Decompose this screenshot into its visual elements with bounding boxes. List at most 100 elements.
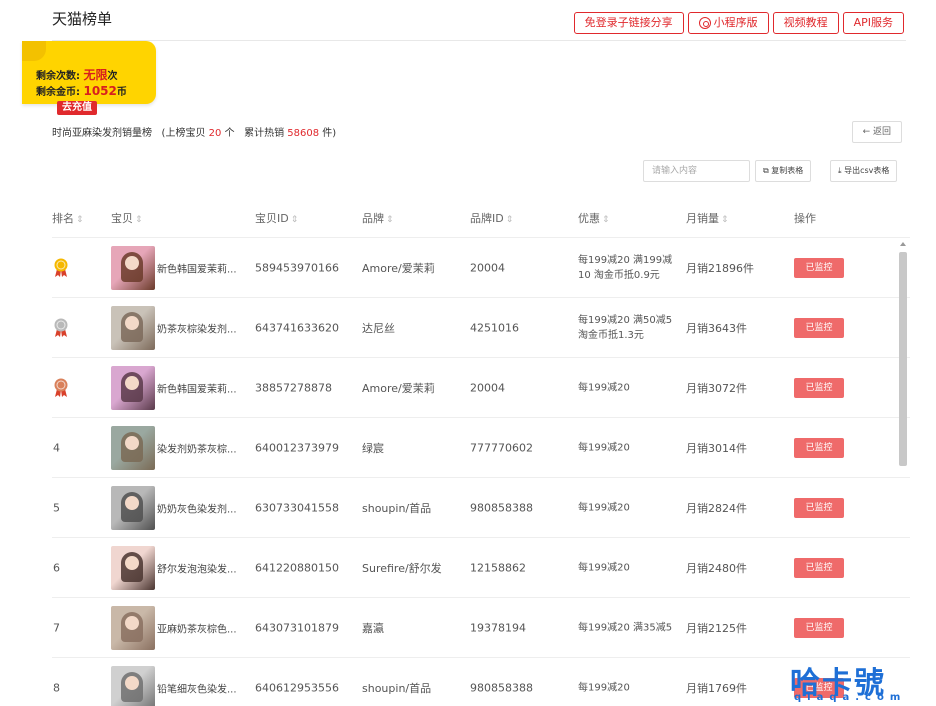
monitored-button[interactable]: 已监控 <box>794 497 844 518</box>
product-name[interactable]: 新色韩国爱茉莉... <box>157 380 237 395</box>
monitored-button[interactable]: 已监控 <box>794 257 844 278</box>
total-sales: 58608 <box>287 128 320 139</box>
table-row: 6 舒尔发泡泡染发... 641220880150 Surefire/舒尔发 1… <box>52 538 910 598</box>
top-actions: 免登录子链接分享 小程序版 视频教程 API服务 <box>573 12 904 34</box>
sort-icon: ⇕ <box>602 215 610 225</box>
monitored-button[interactable]: 已监控 <box>794 377 844 398</box>
product-name[interactable]: 奶奶灰色染发剂... <box>157 500 237 515</box>
brand-id: 980858388 <box>470 501 533 514</box>
product-name[interactable]: 舒尔发泡泡染发... <box>157 560 237 575</box>
brand-id: 20004 <box>470 381 505 394</box>
product-thumbnail[interactable] <box>111 486 155 530</box>
column-brand-label: 品牌 <box>362 212 384 225</box>
remaining-times-unit: 次 <box>107 71 118 82</box>
product-name[interactable]: 新色韩国爱茉莉... <box>157 260 237 275</box>
sort-icon: ⇕ <box>135 215 143 225</box>
rank-number: 4 <box>53 441 60 454</box>
monitored-button[interactable]: 已监控 <box>794 437 844 458</box>
share-link-button[interactable]: 免登录子链接分享 <box>573 12 684 34</box>
column-monthly-sales-label: 月销量 <box>686 212 719 225</box>
promotion: 每199减20 <box>578 562 630 573</box>
promotion: 每199减20 满50减5 淘金币抵1.3元 <box>578 314 673 341</box>
product-thumbnail[interactable] <box>111 606 155 650</box>
product-name[interactable]: 奶茶灰棕染发剂... <box>157 320 237 335</box>
ranking-subheading: 时尚亚麻染发剂销量榜 (上榜宝贝 20 个 累计热销 58608 件) <box>52 124 336 139</box>
back-button[interactable]: ← 返回 <box>851 121 902 143</box>
copy-table-label: 复制表格 <box>771 166 804 175</box>
item-id: 643741633620 <box>255 321 339 334</box>
rank-number: 5 <box>53 501 60 514</box>
gold-medal-icon <box>54 258 68 277</box>
remaining-coins-label: 剩余金币: <box>36 87 80 98</box>
monitored-button[interactable]: 已监控 <box>794 557 844 578</box>
product-thumbnail[interactable] <box>111 246 155 290</box>
column-monthly-sales[interactable]: 月销量 ⇕ <box>686 210 729 226</box>
brand-name: 嘉瀛 <box>362 621 384 635</box>
product-thumbnail[interactable] <box>111 306 155 350</box>
brand-name: Amore/爱茉莉 <box>362 261 435 275</box>
brand-id: 4251016 <box>470 321 519 334</box>
column-promo[interactable]: 优惠 ⇕ <box>578 210 610 226</box>
table-row: 8 铅笔细灰色染发... 640612953556 shoupin/首品 980… <box>52 658 910 706</box>
promotion: 每199减20 <box>578 382 630 393</box>
remaining-times-value: 无限 <box>83 68 108 82</box>
mini-program-button[interactable]: 小程序版 <box>687 12 769 34</box>
column-item-id[interactable]: 宝贝ID ⇕ <box>255 210 298 226</box>
monitored-button[interactable]: 已监控 <box>794 617 844 638</box>
monthly-sales: 月销3072件 <box>686 381 747 395</box>
column-brand-id[interactable]: 品牌ID ⇕ <box>470 210 513 226</box>
export-csv-label: 导出csv表格 <box>844 166 890 175</box>
promotion: 每199减20 满199减10 淘金币抵0.9元 <box>578 254 673 281</box>
rank-number: 7 <box>53 621 60 634</box>
silver-medal-icon <box>54 318 68 337</box>
count-suffix: 个 <box>224 128 235 139</box>
item-id: 641220880150 <box>255 561 339 574</box>
watermark-sub: qiaqa.com <box>794 692 907 703</box>
rank-number: 8 <box>53 681 60 694</box>
brand-id: 19378194 <box>470 621 526 634</box>
export-csv-button[interactable]: ⤓ 导出csv表格 <box>830 160 898 182</box>
product-thumbnail[interactable] <box>111 366 155 410</box>
search-input[interactable] <box>643 160 750 182</box>
product-name[interactable]: 染发剂奶茶灰棕... <box>157 440 237 455</box>
scroll-up-icon[interactable] <box>900 242 906 246</box>
monthly-sales: 月销2125件 <box>686 621 747 635</box>
copy-icon: ⧉ <box>763 166 769 175</box>
monitored-button[interactable]: 已监控 <box>794 317 844 338</box>
table-header: 排名 ⇕ 宝贝 ⇕ 宝贝ID ⇕ 品牌 ⇕ 品牌ID ⇕ 优惠 ⇕ 月销量 ⇕ 操作 <box>52 198 910 238</box>
brand-name: Surefire/舒尔发 <box>362 561 442 575</box>
product-thumbnail[interactable] <box>111 426 155 470</box>
item-id: 640612953556 <box>255 681 339 694</box>
link-icon <box>698 17 711 29</box>
scroll-thumb[interactable] <box>899 252 907 466</box>
product-name[interactable]: 亚麻奶茶灰棕色... <box>157 620 237 635</box>
remaining-times: 剩余次数: 无限次 <box>36 66 118 83</box>
rank-number: 6 <box>53 561 60 574</box>
download-icon: ⤓ <box>838 166 842 175</box>
item-count: 20 <box>208 128 222 139</box>
promotion: 每199减20 <box>578 682 630 693</box>
product-thumbnail[interactable] <box>111 546 155 590</box>
api-service-button[interactable]: API服务 <box>842 12 904 34</box>
brand-name: 绿宸 <box>362 441 384 455</box>
monthly-sales: 月销3014件 <box>686 441 747 455</box>
product-thumbnail[interactable] <box>111 666 155 706</box>
column-brand[interactable]: 品牌 ⇕ <box>362 210 394 226</box>
ranking-table: 排名 ⇕ 宝贝 ⇕ 宝贝ID ⇕ 品牌 ⇕ 品牌ID ⇕ 优惠 ⇕ 月销量 ⇕ 操作 新色韩国… <box>52 198 910 706</box>
column-rank[interactable]: 排名 ⇕ <box>52 210 84 226</box>
brand-name: Amore/爱茉莉 <box>362 381 435 395</box>
column-item[interactable]: 宝贝 ⇕ <box>111 210 143 226</box>
video-tutorial-button[interactable]: 视频教程 <box>772 12 839 34</box>
sort-icon: ⇕ <box>386 215 394 225</box>
monthly-sales: 月销21896件 <box>686 261 754 275</box>
brand-name: shoupin/首品 <box>362 501 432 515</box>
copy-table-button[interactable]: ⧉ 复制表格 <box>755 160 812 182</box>
product-name[interactable]: 铅笔细灰色染发... <box>157 680 237 695</box>
promotion: 每199减20 <box>578 442 630 453</box>
column-item-id-label: 宝贝ID <box>255 212 289 225</box>
table-scrollbar[interactable] <box>898 240 908 706</box>
column-promo-label: 优惠 <box>578 212 600 225</box>
mini-program-label: 小程序版 <box>713 16 758 29</box>
watermark-logo: 哈卡號 qiaqa.com <box>788 658 936 706</box>
recharge-button[interactable]: 去充值 <box>57 101 97 115</box>
